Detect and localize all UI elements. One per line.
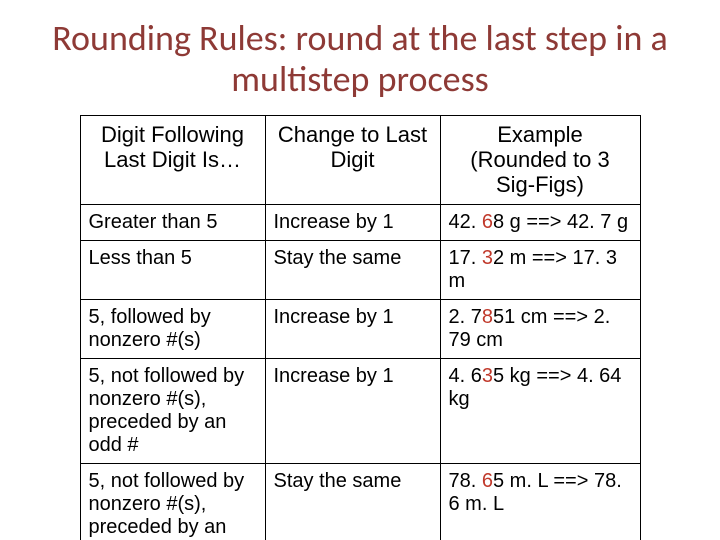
cell-rule: Less than 5 [80, 240, 265, 299]
cell-rule: 5, not followed by nonzero #(s), precede… [80, 358, 265, 463]
cell-example: 78. 65 m. L ==> 78. 6 m. L [440, 463, 640, 540]
ex-pre: 42. [449, 211, 482, 233]
col-header-rule: Digit Following Last Digit Is… [80, 115, 265, 204]
ex-red-digit: 3 [482, 247, 493, 269]
table-row: Less than 5 Stay the same 17. 32 m ==> 1… [80, 240, 640, 299]
cell-example: 17. 32 m ==> 17. 3 m [440, 240, 640, 299]
slide: Rounding Rules: round at the last step i… [0, 0, 720, 540]
ex-red-digit: 6 [482, 211, 493, 233]
cell-rule: Greater than 5 [80, 204, 265, 240]
col-header-change: Change to Last Digit [265, 115, 440, 204]
slide-title: Rounding Rules: round at the last step i… [40, 18, 680, 101]
ex-pre: 4. 6 [449, 365, 482, 387]
table-row: 5, not followed by nonzero #(s), precede… [80, 358, 640, 463]
col-header-example: Example (Rounded to 3 Sig-Figs) [440, 115, 640, 204]
table-header-row: Digit Following Last Digit Is… Change to… [80, 115, 640, 204]
ex-pre: 17. [449, 247, 482, 269]
ex-post: 8 g ==> 42. 7 g [493, 211, 628, 233]
cell-change: Increase by 1 [265, 358, 440, 463]
cell-change: Stay the same [265, 240, 440, 299]
ex-red-digit: 8 [482, 306, 493, 328]
table-row: 5, not followed by nonzero #(s), precede… [80, 463, 640, 540]
table-row: Greater than 5 Increase by 1 42. 68 g ==… [80, 204, 640, 240]
cell-rule: 5, followed by nonzero #(s) [80, 299, 265, 358]
cell-change: Stay the same [265, 463, 440, 540]
rounding-rules-table: Digit Following Last Digit Is… Change to… [80, 115, 641, 540]
cell-example: 2. 7851 cm ==> 2. 79 cm [440, 299, 640, 358]
table-row: 5, followed by nonzero #(s) Increase by … [80, 299, 640, 358]
cell-rule: 5, not followed by nonzero #(s), precede… [80, 463, 265, 540]
cell-example: 4. 635 kg ==> 4. 64 kg [440, 358, 640, 463]
ex-red-digit: 3 [482, 365, 493, 387]
cell-change: Increase by 1 [265, 204, 440, 240]
ex-pre: 2. 7 [449, 306, 482, 328]
ex-pre: 78. [449, 470, 482, 492]
cell-example: 42. 68 g ==> 42. 7 g [440, 204, 640, 240]
cell-change: Increase by 1 [265, 299, 440, 358]
ex-red-digit: 6 [482, 470, 493, 492]
